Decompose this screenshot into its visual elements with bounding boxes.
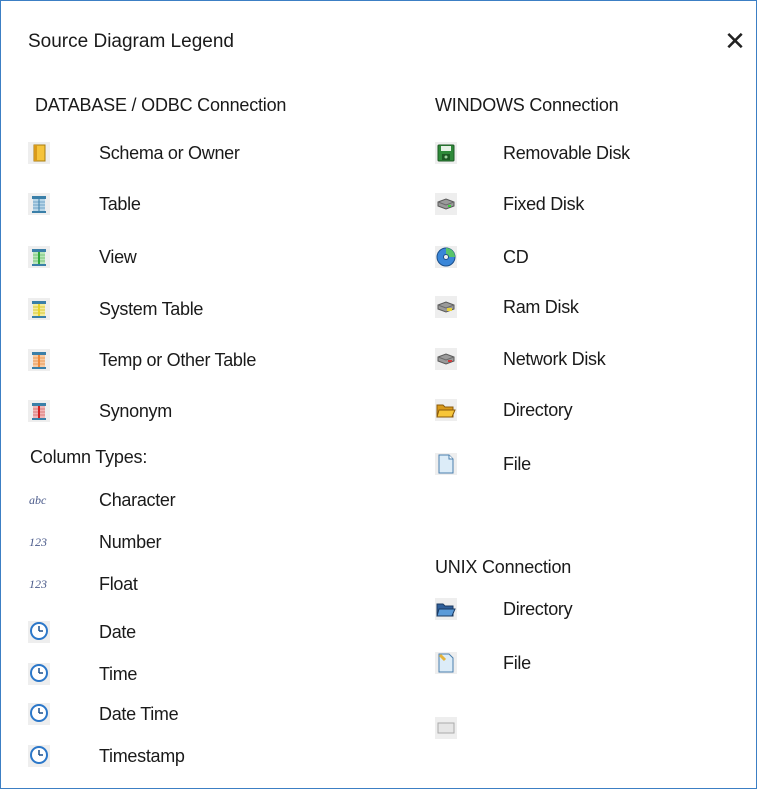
removable-disk-icon bbox=[435, 142, 457, 164]
legend-item-character: abc Character bbox=[28, 489, 328, 513]
folder-icon bbox=[435, 399, 457, 421]
window-title: Source Diagram Legend bbox=[28, 31, 234, 52]
unix-connection-header: UNIX Connection bbox=[435, 557, 572, 577]
legend-label: Schema or Owner bbox=[99, 143, 240, 163]
legend-label: File bbox=[503, 454, 531, 474]
legend-item-system-table: System Table bbox=[28, 298, 328, 322]
legend-label: CD bbox=[503, 247, 529, 267]
legend-item-directory: Directory bbox=[435, 399, 735, 423]
legend-label: View bbox=[99, 247, 137, 267]
legend-item-unix-directory: Directory bbox=[435, 598, 735, 622]
close-icon: ✕ bbox=[724, 26, 746, 56]
legend-item-number: 123 Number bbox=[28, 531, 328, 555]
table-icon bbox=[28, 193, 50, 215]
windows-connection-header: WINDOWS Connection bbox=[435, 95, 619, 115]
legend-item-date: Date bbox=[28, 621, 328, 645]
number-icon: 123 bbox=[28, 531, 50, 553]
legend-item-view: View bbox=[28, 246, 328, 270]
title-bar: Source Diagram Legend ✕ bbox=[1, 1, 756, 81]
legend-item-fixed-disk: Fixed Disk bbox=[435, 193, 735, 217]
legend-item-float: 123 Float bbox=[28, 573, 328, 597]
legend-label: Network Disk bbox=[503, 349, 606, 369]
legend-label: System Table bbox=[99, 299, 204, 319]
legend-label: Ram Disk bbox=[503, 297, 579, 317]
legend-label: Table bbox=[99, 194, 141, 214]
legend-item-file: File bbox=[435, 453, 735, 477]
legend-label: Directory bbox=[503, 599, 573, 619]
unix-folder-icon bbox=[435, 598, 457, 620]
close-button[interactable]: ✕ bbox=[719, 23, 751, 59]
file-icon bbox=[435, 453, 457, 475]
legend-label: Fixed Disk bbox=[503, 194, 585, 214]
cd-icon bbox=[435, 246, 457, 268]
legend-label: Number bbox=[99, 532, 162, 552]
view-icon bbox=[28, 246, 50, 268]
legend-body: DATABASE / ODBC Connection Schema or Own… bbox=[1, 81, 756, 788]
clock-icon bbox=[28, 621, 50, 643]
legend-label: Float bbox=[99, 574, 138, 594]
legend-label: Temp or Other Table bbox=[99, 350, 257, 370]
synonym-icon bbox=[28, 400, 50, 422]
column-types-header: Column Types: bbox=[30, 447, 148, 467]
legend-item-date-time: Date Time bbox=[28, 703, 328, 727]
legend-label: Directory bbox=[503, 400, 573, 420]
system-table-icon bbox=[28, 298, 50, 320]
fixed-disk-icon bbox=[435, 193, 457, 215]
legend-item-time: Time bbox=[28, 663, 328, 687]
legend-item-ram-disk: Ram Disk bbox=[435, 296, 735, 320]
legend-item-network-disk: Network Disk bbox=[435, 348, 735, 372]
legend-label: Date bbox=[99, 622, 136, 642]
legend-window: Source Diagram Legend ✕ DATABASE / ODBC … bbox=[0, 0, 757, 789]
legend-item-temp-table: Temp or Other Table bbox=[28, 349, 358, 373]
clock-icon bbox=[28, 745, 50, 767]
legend-label: File bbox=[503, 653, 531, 673]
legend-label: Synonym bbox=[99, 401, 172, 421]
legend-label: Date Time bbox=[99, 704, 179, 724]
character-icon: abc bbox=[28, 489, 50, 511]
ram-disk-icon bbox=[435, 296, 457, 318]
legend-item-unix-file: File bbox=[435, 652, 735, 676]
schema-icon bbox=[28, 142, 50, 164]
clock-icon bbox=[28, 703, 50, 725]
legend-item-table: Table bbox=[28, 193, 328, 217]
database-connection-header: DATABASE / ODBC Connection bbox=[35, 95, 287, 115]
blank-icon bbox=[435, 717, 457, 739]
legend-item-schema: Schema or Owner bbox=[28, 142, 328, 166]
legend-label: Character bbox=[99, 490, 176, 510]
network-disk-icon bbox=[435, 348, 457, 370]
clock-icon bbox=[28, 663, 50, 685]
legend-item-synonym: Synonym bbox=[28, 400, 328, 424]
legend-item-blank bbox=[435, 717, 475, 741]
legend-item-cd: CD bbox=[435, 246, 735, 270]
legend-label: Time bbox=[99, 664, 138, 684]
float-icon: 123 bbox=[28, 573, 50, 595]
temp-table-icon bbox=[28, 349, 50, 371]
legend-label: Timestamp bbox=[99, 746, 185, 766]
unix-file-icon bbox=[435, 652, 457, 674]
legend-label: Removable Disk bbox=[503, 143, 630, 163]
legend-item-removable-disk: Removable Disk bbox=[435, 142, 735, 166]
legend-item-timestamp: Timestamp bbox=[28, 745, 328, 769]
